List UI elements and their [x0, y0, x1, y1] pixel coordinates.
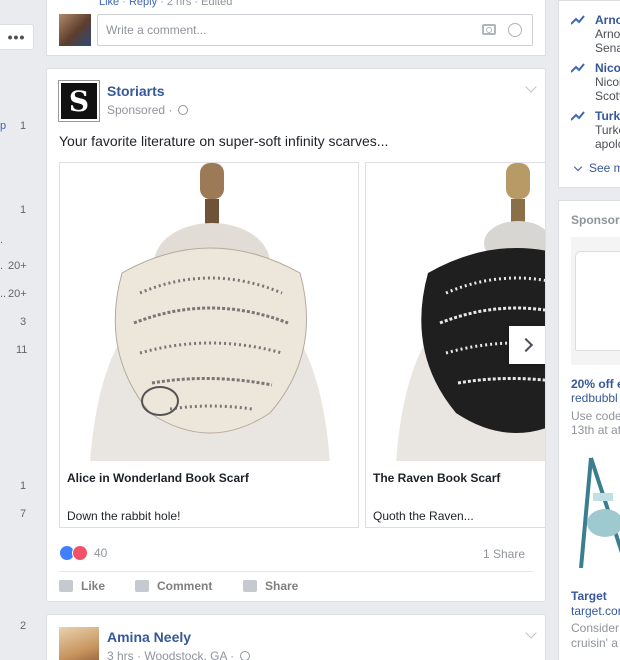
comment-time: 2 hrs: [166, 0, 192, 8]
nav-count: 3: [20, 316, 27, 328]
ad-body: Use code: [571, 409, 620, 423]
ad-body: 13th at at: [571, 423, 620, 437]
tshirt-image: [575, 251, 620, 351]
sponsored-text: Sponsored ·: [107, 103, 173, 117]
see-more-label: See m: [589, 161, 620, 175]
trending-line: Scott: [595, 89, 620, 103]
trending-line: apolo: [595, 137, 620, 151]
chevron-down-icon: [573, 162, 583, 172]
share-count[interactable]: 1 Share: [483, 547, 525, 561]
nav-count: 1: [20, 204, 27, 216]
nav-count: 20+: [8, 260, 27, 272]
carousel-item[interactable]: Alice in Wonderland Book Scarf Down the …: [59, 162, 359, 528]
scarf-image[interactable]: [60, 163, 358, 461]
carousel-description: Quoth the Raven...: [373, 509, 474, 523]
reaction-summary[interactable]: 40: [59, 545, 107, 561]
comment-input[interactable]: Write a comment...: [97, 14, 533, 46]
chevron-down-icon[interactable]: [525, 627, 537, 639]
nav-count: 1: [20, 120, 27, 132]
reaction-count[interactable]: 40: [94, 546, 107, 560]
trending-line: Sena: [595, 41, 620, 55]
ad-domain[interactable]: redbubbl: [571, 391, 618, 405]
post-meta: 3 hrs · Woodstock, GA ·: [107, 649, 250, 660]
share-button[interactable]: Share: [243, 579, 298, 593]
sponsored-label: Sponsored ·: [107, 103, 188, 117]
ad-body: cruisin' a: [571, 636, 618, 650]
ad-headline[interactable]: 20% off e: [571, 377, 620, 391]
nav-count: 11: [16, 344, 28, 356]
trending-title[interactable]: Nico: [595, 61, 620, 75]
ad-headline[interactable]: Target: [571, 589, 607, 603]
comment-placeholder: Write a comment...: [106, 23, 207, 37]
nav-count: 2: [20, 620, 27, 632]
avatar[interactable]: [59, 14, 91, 46]
carousel-title[interactable]: The Raven Book Scarf: [373, 471, 500, 485]
ad-domain[interactable]: target.cor: [571, 604, 620, 618]
sponsored-header: Sponsore: [571, 213, 620, 227]
trending-arrow-icon: [571, 63, 585, 73]
ad-body: Consider: [571, 621, 620, 635]
carousel-title[interactable]: Alice in Wonderland Book Scarf: [67, 471, 249, 485]
love-reaction-icon: [72, 545, 88, 561]
globe-icon: [239, 651, 250, 660]
share-label: Share: [265, 579, 299, 593]
chevron-right-icon: [518, 337, 534, 353]
comment-icon: [135, 580, 149, 592]
chevron-down-icon[interactable]: [525, 81, 537, 93]
baby-swing-image: [579, 457, 620, 569]
camera-icon[interactable]: [482, 24, 496, 35]
post-meta-text[interactable]: 3 hrs · Woodstock, GA ·: [107, 649, 234, 660]
see-more-link[interactable]: See m: [573, 161, 620, 175]
comment-button[interactable]: Comment: [135, 579, 212, 593]
trending-title[interactable]: Turke: [595, 109, 620, 123]
carousel: Alice in Wonderland Book Scarf Down the …: [59, 162, 545, 528]
ad-image[interactable]: [571, 453, 620, 573]
comment-box-section: Like · Reply · 2 hrs · Edited Write a co…: [46, 0, 546, 56]
thumbs-up-icon: [59, 580, 73, 592]
carousel-next-button[interactable]: [509, 326, 545, 364]
left-nav-fragment[interactable]: .: [0, 234, 3, 246]
divider: [59, 571, 533, 572]
page-logo[interactable]: S: [59, 81, 99, 121]
left-column: ••• p 1 1 . . 20+ .. 20+ 3 11 1 7 2: [0, 0, 38, 660]
trending-arrow-icon: [571, 15, 585, 25]
trending-arrow-icon: [571, 111, 585, 121]
comment-reply-link[interactable]: Reply: [129, 0, 157, 8]
trending-panel: Arno Arno Sena Nico Nicol Scott Turke Tu…: [558, 0, 620, 188]
more-options-button[interactable]: •••: [0, 24, 34, 50]
emoji-icon[interactable]: [508, 23, 522, 37]
page-name-link[interactable]: Storiarts: [107, 83, 165, 99]
avatar[interactable]: [59, 627, 99, 660]
share-icon: [243, 580, 257, 592]
carousel-description: Down the rabbit hole!: [67, 509, 181, 523]
post-text: Your favorite literature on super-soft i…: [59, 133, 389, 149]
like-label: Like: [81, 579, 106, 593]
raven-scarf-illustration: [366, 163, 545, 461]
alice-scarf-illustration: [60, 163, 358, 461]
nav-count: 7: [20, 508, 27, 520]
comment-edited: Edited: [201, 0, 233, 8]
sponsored-post: S Storiarts Sponsored · Your favorite li…: [46, 68, 546, 602]
left-nav-fragment[interactable]: ..: [0, 288, 6, 300]
trending-title[interactable]: Arno: [595, 13, 620, 27]
author-name-link[interactable]: Amina Neely: [107, 629, 191, 645]
trending-line: Turke: [595, 123, 620, 137]
scarf-image[interactable]: [366, 163, 545, 461]
nav-count: 1: [20, 480, 27, 492]
sponsored-ads-panel: Sponsore 20% off e redbubbl Use code 13t…: [558, 200, 620, 660]
left-nav-fragment[interactable]: p: [0, 120, 6, 132]
like-button[interactable]: Like: [59, 579, 105, 593]
next-post: Amina Neely 3 hrs · Woodstock, GA ·: [46, 614, 546, 660]
trending-line: Nicol: [595, 75, 620, 89]
comment-like-link[interactable]: Like: [99, 0, 119, 8]
left-nav-fragment[interactable]: .: [0, 260, 3, 272]
nav-count: 20+: [8, 288, 27, 300]
globe-icon: [177, 105, 188, 115]
trending-line: Arno: [595, 27, 620, 41]
comment-label: Comment: [157, 579, 213, 593]
comment-actions: Like · Reply · 2 hrs · Edited: [99, 0, 232, 8]
ad-image[interactable]: [571, 237, 620, 365]
